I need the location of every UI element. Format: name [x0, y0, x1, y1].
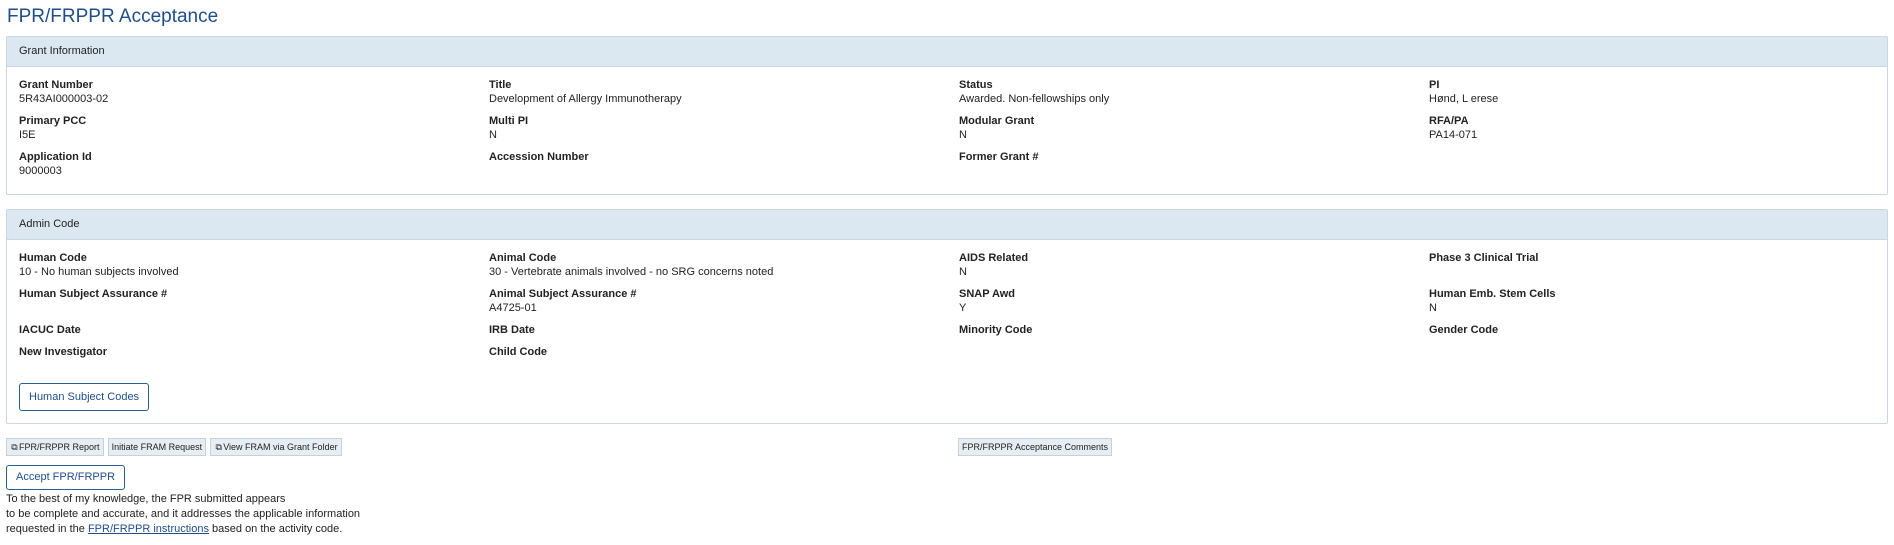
animal-code-value: 30 - Vertebrate animals involved - no SR… [489, 266, 774, 278]
title-label: Title [489, 79, 512, 91]
notice-line-3-prefix: requested in the [6, 523, 88, 535]
notice-line-2: to be complete and accurate, and it addr… [6, 508, 361, 520]
iacuc-date-label: IACUC Date [19, 324, 81, 336]
snap-awd-label: SNAP Awd [959, 288, 1016, 300]
modular-grant-label: Modular Grant [959, 115, 1035, 127]
minority-code-label: Minority Code [959, 324, 1033, 336]
former-grant-label: Former Grant # [959, 151, 1039, 163]
action-buttons-row: ⧉FPR/FRPPR Report Initiate FRAM Request … [6, 438, 1888, 456]
view-fram-button[interactable]: ⧉View FRAM via Grant Folder [210, 438, 342, 456]
human-emb-stem-cells-label: Human Emb. Stem Cells [1429, 288, 1556, 300]
pi-label: PI [1429, 79, 1440, 91]
fpr-report-label: FPR/FRPPR Report [19, 442, 100, 452]
aids-related-label: AIDS Related [959, 252, 1029, 264]
admin-code-panel: Admin Code Human Code 10 - No human subje… [6, 209, 1888, 424]
animal-code-label: Animal Code [489, 252, 557, 264]
application-id-label: Application Id [19, 151, 92, 163]
status-label: Status [959, 79, 993, 91]
notice-line-1: To the best of my knowledge, the FPR sub… [6, 493, 286, 505]
modular-grant-value: N [959, 129, 967, 141]
multi-pi-label: Multi PI [489, 115, 529, 127]
new-investigator-label: New Investigator [19, 346, 108, 358]
external-link-icon: ⧉ [11, 442, 18, 452]
acceptance-comments-button[interactable]: FPR/FRPPR Acceptance Comments [958, 438, 1113, 456]
grant-information-grid: Grant Number 5R43AI000003-02 Title Develop… [19, 78, 1875, 186]
child-code-label: Child Code [489, 346, 548, 358]
primary-pcc-value: I5E [19, 129, 36, 141]
view-fram-label: View FRAM via Grant Folder [223, 442, 338, 452]
page-title: FPR/FRPPR Acceptance [7, 6, 219, 27]
human-code-label: Human Code [19, 252, 87, 264]
external-link-icon: ⧉ [215, 442, 222, 452]
admin-code-heading: Admin Code [7, 210, 1887, 240]
title-value: Development of Allergy Immunotherapy [489, 93, 682, 105]
grant-information-panel: Grant Information Grant Number 5R43AI0000… [6, 36, 1888, 195]
primary-pcc-label: Primary PCC [19, 115, 87, 127]
aids-related-value: N [959, 266, 967, 278]
grant-information-heading: Grant Information [7, 37, 1887, 67]
accession-number-label: Accession Number [489, 151, 589, 163]
irb-date-label: IRB Date [489, 324, 535, 336]
application-id-value: 9000003 [19, 165, 62, 177]
snap-awd-value: Y [959, 302, 967, 314]
rfa-pa-label: RFA/PA [1429, 115, 1469, 127]
notice-line-3: requested in the FPR/FRPPR instructions … [6, 522, 1888, 537]
gender-code-label: Gender Code [1429, 324, 1499, 336]
admin-code-grid: Human Code 10 - No human subjects involve… [19, 251, 1875, 367]
acceptance-notice: To the best of my knowledge, the FPR sub… [6, 492, 1888, 537]
grant-number-label: Grant Number [19, 79, 93, 91]
human-code-value: 10 - No human subjects involved [19, 266, 179, 278]
grant-number-value: 5R43AI000003-02 [19, 93, 109, 105]
pi-value: Hønd, L erese [1429, 93, 1499, 105]
human-subject-assurance-label: Human Subject Assurance # [19, 288, 168, 300]
human-subject-codes-button[interactable]: Human Subject Codes [19, 383, 150, 411]
multi-pi-value: N [489, 129, 497, 141]
fpr-report-button[interactable]: ⧉FPR/FRPPR Report [6, 438, 104, 456]
page: FPR/FRPPR Acceptance Grant Information G… [0, 0, 1894, 537]
animal-subject-assurance-label: Animal Subject Assurance # [489, 288, 637, 300]
rfa-pa-value: PA14-071 [1429, 129, 1478, 141]
phase3-clinical-trial-label: Phase 3 Clinical Trial [1429, 252, 1539, 264]
animal-subject-assurance-value: A4725-01 [489, 302, 537, 314]
human-emb-stem-cells-value: N [1429, 302, 1437, 314]
accept-fpr-button[interactable]: Accept FPR/FRPPR [6, 465, 126, 490]
fpr-instructions-link[interactable]: FPR/FRPPR instructions [88, 523, 209, 535]
notice-line-3-suffix: based on the activity code. [208, 523, 343, 535]
status-value: Awarded. Non-fellowships only [959, 93, 1110, 105]
initiate-fram-button[interactable]: Initiate FRAM Request [107, 438, 207, 456]
